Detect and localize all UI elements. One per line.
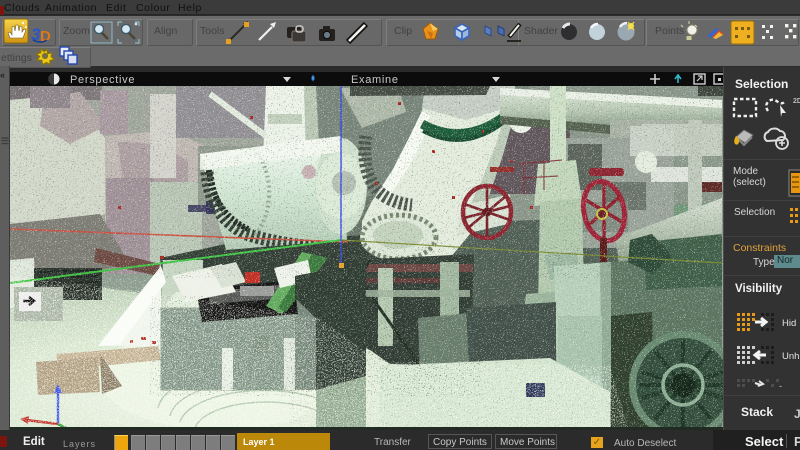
svg-text:2D: 2D bbox=[793, 98, 800, 105]
svg-text:Hid: Hid bbox=[782, 318, 796, 329]
svg-text:-: - bbox=[779, 381, 782, 391]
svg-text:J: J bbox=[794, 407, 800, 421]
svg-text:Unh: Unh bbox=[782, 351, 799, 362]
